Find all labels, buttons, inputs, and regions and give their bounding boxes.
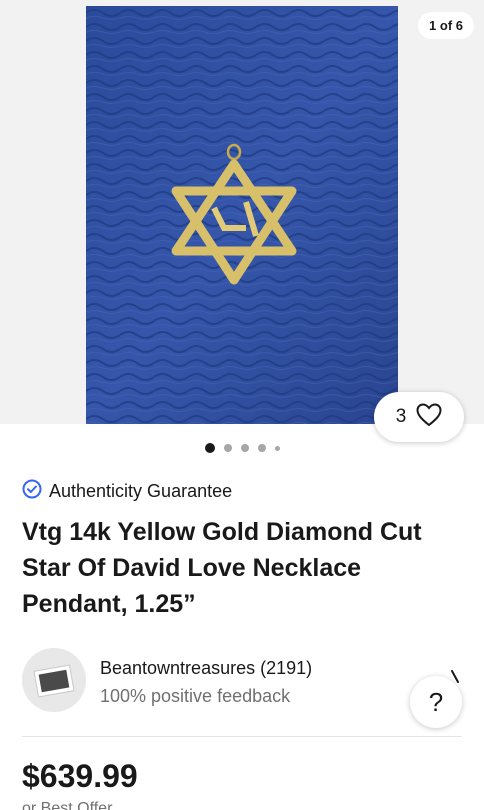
seller-card[interactable]: Beantowntreasures (2191) 100% positive f… [22, 648, 462, 714]
authenticity-guarantee[interactable]: Authenticity Guarantee [22, 479, 232, 504]
pagination-dot-2[interactable] [223, 444, 232, 452]
pagination-dot-3[interactable] [240, 444, 249, 452]
product-photo[interactable] [86, 6, 398, 424]
image-counter: 1 of 6 [418, 12, 474, 39]
listing-title: Vtg 14k Yellow Gold Diamond Cut Star Of … [22, 518, 422, 618]
gallery-pagination [0, 443, 484, 453]
watch-button[interactable]: 3 [374, 392, 464, 442]
seller-feedback: 100% positive feedback [100, 686, 291, 706]
heart-icon [416, 402, 442, 432]
item-price: $639.99 [22, 758, 138, 794]
pagination-dot-1[interactable] [204, 443, 215, 453]
pagination-dot-4[interactable] [257, 444, 266, 452]
watchers-count: 3 [395, 406, 407, 427]
seller-avatar[interactable] [22, 648, 86, 712]
divider [22, 736, 462, 737]
verified-check-icon [22, 479, 42, 504]
best-offer-label: or Best Offer [22, 800, 113, 810]
image-gallery[interactable]: 1 of 6 [0, 0, 484, 424]
authenticity-label: Authenticity Guarantee [49, 481, 233, 501]
seller-name[interactable]: Beantowntreasures (2191) [100, 658, 312, 679]
pagination-dot-5[interactable] [274, 445, 280, 451]
help-button[interactable]: ? [410, 676, 462, 728]
